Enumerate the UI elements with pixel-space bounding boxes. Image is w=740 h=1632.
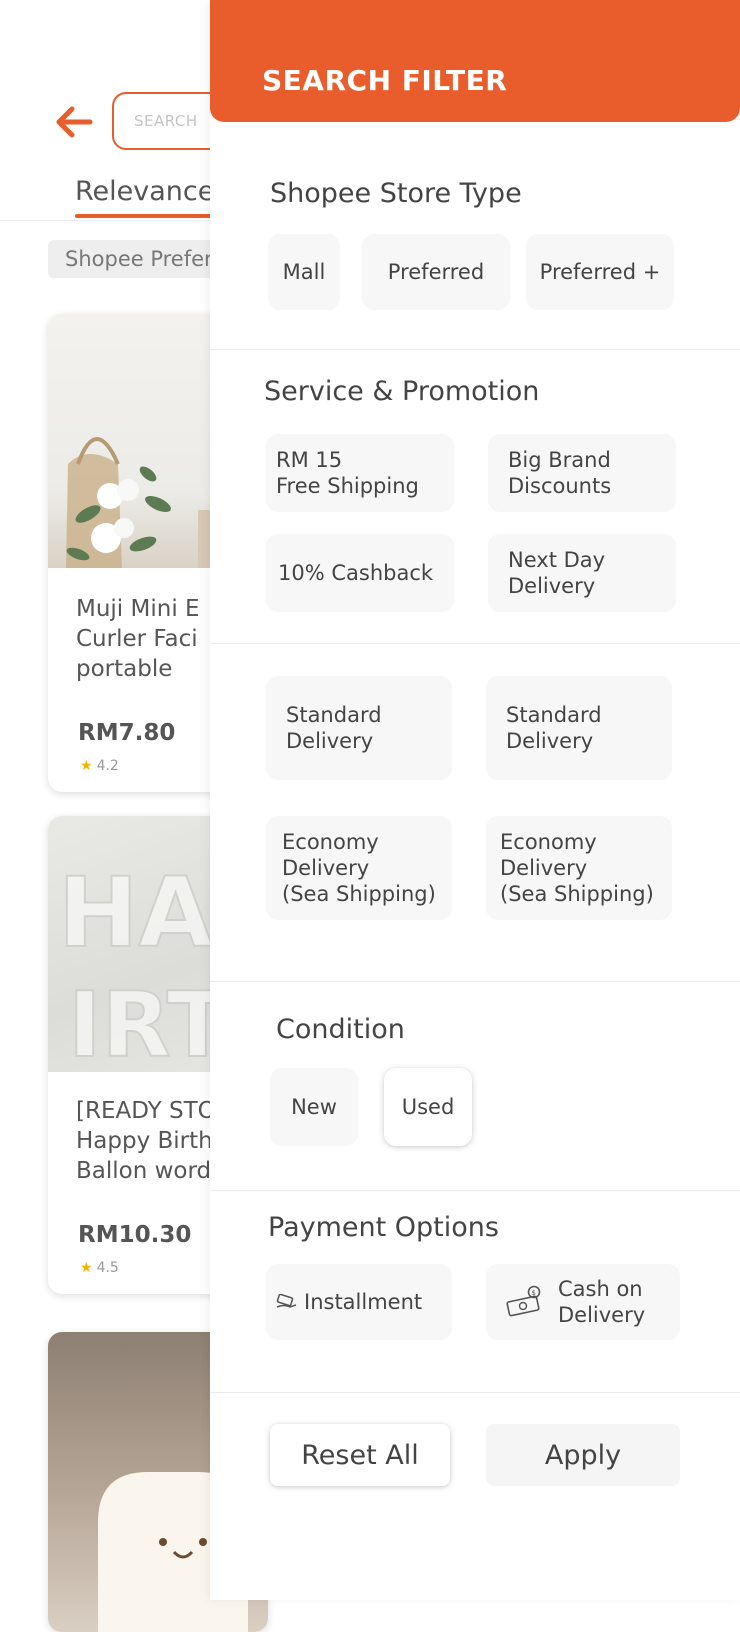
option-cashback[interactable]: 10% Cashback (266, 534, 454, 612)
product-rating: ★ 4.5 (80, 1260, 119, 1276)
option-mall[interactable]: Mall (268, 234, 340, 310)
section-title-store-type: Shopee Store Type (270, 178, 522, 209)
cash-icon: $ (506, 1285, 544, 1319)
product-rating: ★ 4.2 (80, 758, 119, 774)
option-preferred[interactable]: Preferred (362, 234, 510, 310)
section-title-condition: Condition (276, 1014, 405, 1045)
search-placeholder: SEARCH (134, 112, 198, 130)
reset-all-button[interactable]: Reset All (270, 1424, 450, 1486)
panel-header: SEARCH FILTER (210, 0, 740, 122)
option-condition-used[interactable]: Used (384, 1068, 472, 1146)
option-economy-delivery-1[interactable]: Economy Delivery (Sea Shipping) (266, 816, 452, 920)
section-divider (210, 1190, 740, 1191)
card-hand-icon (276, 1294, 298, 1310)
option-economy-delivery-2[interactable]: Economy Delivery (Sea Shipping) (486, 816, 672, 920)
arrow-left-icon (56, 106, 93, 138)
panel-title: SEARCH FILTER (262, 64, 508, 97)
option-preferred-plus[interactable]: Preferred + (526, 234, 674, 310)
tab-relevance[interactable]: Relevance (75, 176, 214, 207)
option-installment[interactable]: Installment (266, 1264, 452, 1340)
section-title-payment: Payment Options (268, 1212, 499, 1243)
back-button[interactable] (52, 102, 94, 142)
star-icon: ★ (80, 758, 93, 774)
section-divider (210, 1392, 740, 1393)
rating-value: 4.5 (96, 1260, 119, 1276)
tabs-divider (0, 220, 220, 221)
option-cod-label: Cash on Delivery (558, 1277, 646, 1327)
svg-text:IRT: IRT (68, 973, 228, 1072)
apply-button[interactable]: Apply (486, 1424, 680, 1486)
section-title-service: Service & Promotion (264, 376, 540, 407)
option-cash-on-delivery[interactable]: $ Cash on Delivery (486, 1264, 680, 1340)
option-standard-delivery-1[interactable]: Standard Delivery (266, 676, 452, 780)
product-price: RM10.30 (78, 1222, 192, 1248)
option-big-brand-discounts[interactable]: Big Brand Discounts (488, 434, 676, 512)
svg-text:HA: HA (58, 857, 213, 969)
section-divider (210, 349, 740, 350)
rating-value: 4.2 (96, 758, 119, 774)
option-installment-label: Installment (304, 1290, 423, 1314)
tab-active-indicator (75, 214, 225, 218)
option-free-shipping[interactable]: RM 15 Free Shipping (266, 434, 454, 512)
filter-panel: SEARCH FILTER Shopee Store Type Mall Pre… (210, 0, 740, 1600)
product-price: RM7.80 (78, 720, 176, 746)
option-standard-delivery-2[interactable]: Standard Delivery (486, 676, 672, 780)
section-divider (210, 981, 740, 982)
section-divider (210, 643, 740, 644)
option-next-day-delivery[interactable]: Next Day Delivery (488, 534, 676, 612)
option-condition-new[interactable]: New (270, 1068, 358, 1146)
svg-text:$: $ (532, 1289, 536, 1297)
star-icon: ★ (80, 1260, 93, 1276)
